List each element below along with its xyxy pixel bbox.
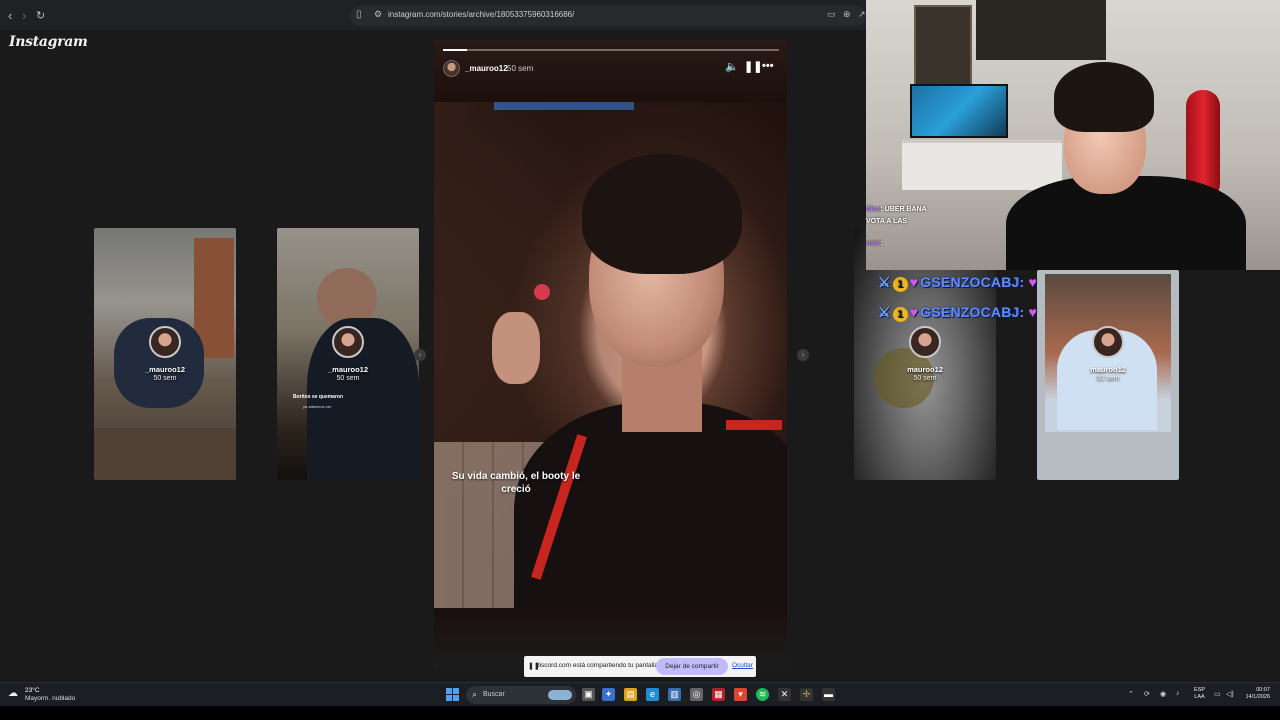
widgets-icon[interactable]: ✦	[602, 688, 615, 701]
previous-story-icon[interactable]: ‹	[414, 349, 426, 361]
stop-sharing-button[interactable]: Dejar de compartir	[656, 658, 728, 675]
search-label: Buscar	[483, 691, 505, 698]
story-time: 50 sem	[153, 375, 177, 382]
heart-icon: ♥	[909, 274, 919, 290]
site-info-icon[interactable]: ⚙	[374, 9, 382, 20]
steam-icon[interactable]: ◉	[1160, 690, 1166, 698]
chat-message: ólos: UBER BANA	[866, 206, 927, 213]
story-username[interactable]: _mauroo12	[465, 64, 508, 73]
weather-condition[interactable]: Mayorm. nublado	[25, 695, 75, 702]
language-indicator[interactable]: ESP LAA	[1194, 687, 1205, 701]
address-bar[interactable]: ▯ ⚙ instagram.com/stories/archive/180533…	[350, 6, 866, 26]
reload-icon[interactable]: ↻	[36, 9, 45, 22]
game-icon[interactable]: ✢	[800, 688, 813, 701]
badge-icon: 1	[892, 307, 908, 322]
chat-message: VOTA A LAS	[866, 218, 908, 225]
task-view-icon[interactable]: ▣	[582, 688, 595, 701]
story-time: 50 sem	[1096, 375, 1120, 382]
story-time: 50 sem	[507, 64, 534, 73]
cast-icon[interactable]: ▭	[827, 9, 836, 20]
forward-icon[interactable]: ›	[22, 8, 26, 23]
avatar	[332, 326, 364, 358]
screen: ‹ › ↻ ▯ ⚙ instagram.com/stories/archive/…	[0, 0, 1280, 720]
story-card[interactable]: mauroo12 50 sem	[1037, 270, 1179, 480]
url-text[interactable]: instagram.com/stories/archive/1805337596…	[388, 10, 574, 19]
sword-icon: ⚔	[878, 274, 891, 290]
network-icon[interactable]: ▭	[1214, 690, 1221, 698]
webcam-overlay: ólos: UBER BANA VOTA A LAS oser:	[866, 0, 1280, 270]
more-options-icon[interactable]: •••	[762, 60, 774, 72]
spotify-icon[interactable]: ≋	[756, 688, 769, 701]
capcut-icon[interactable]: ✕	[778, 688, 791, 701]
pause-icon[interactable]: ❚❚	[744, 60, 762, 73]
story-username: mauroo12	[1090, 365, 1126, 374]
taskbar: ☁ 23°C Mayorm. nublado ⌕ Buscar ▣ ✦ ▤ e …	[0, 682, 1280, 706]
story-username: _mauroo12	[144, 365, 186, 374]
heart-icon: ♥	[909, 304, 919, 320]
zoom-icon[interactable]: ⊕	[843, 9, 851, 20]
story-card[interactable]: _mauroo12 50 sem	[94, 228, 236, 480]
clock[interactable]: 00:07 14/1/2026	[1240, 687, 1270, 701]
avatar	[1092, 326, 1124, 358]
brave-icon[interactable]: ▾	[734, 688, 747, 701]
edge-icon[interactable]: e	[646, 688, 659, 701]
back-icon[interactable]: ‹	[8, 8, 12, 23]
obs-icon[interactable]: ◎	[690, 688, 703, 701]
volume-icon[interactable]: ◁)	[1226, 690, 1234, 698]
file-explorer-icon[interactable]: ▤	[624, 688, 637, 701]
windows-start-icon[interactable]	[446, 688, 459, 701]
avatar[interactable]	[443, 60, 460, 77]
instagram-page: Instagram _mauroo12 50 sem _mauroo12 50 …	[0, 30, 1179, 682]
hide-link[interactable]: Ocultar	[732, 662, 753, 669]
mute-icon[interactable]: 🔈	[725, 60, 739, 73]
sword-icon: ⚔	[878, 304, 891, 320]
story-card[interactable]: _mauroo12 50 sem Boritos se quemaron ya …	[277, 228, 419, 480]
notepad-icon[interactable]: ▥	[668, 688, 681, 701]
badge-icon: 1	[892, 277, 908, 292]
mic-icon[interactable]: ♪	[1176, 690, 1180, 697]
cloud-icon[interactable]: ☁	[8, 688, 18, 699]
story-username: mauroo12	[907, 365, 943, 374]
story-subcaption: ya sabemos ver	[303, 404, 332, 409]
story-progress-fill	[443, 49, 467, 51]
story-photo: Su vida cambió, el booty le creció	[434, 102, 787, 608]
chat-message: oser:	[866, 240, 884, 247]
avatar	[149, 326, 181, 358]
share-icon[interactable]: ↗	[858, 9, 866, 20]
story-progress-bar	[443, 49, 779, 51]
app-icon[interactable]: ▬	[822, 688, 835, 701]
stream-alert: ⚔ 1 ♥ GSENZOCABJ: ♥	[878, 304, 1037, 322]
news-icon[interactable]: ▦	[712, 688, 725, 701]
sync-icon[interactable]: ⟳	[1144, 690, 1150, 698]
avatar	[909, 326, 941, 358]
chevron-up-icon[interactable]: ⌃	[1128, 690, 1134, 698]
story-time: 50 sem	[913, 375, 937, 382]
instagram-logo[interactable]: Instagram	[9, 34, 88, 50]
story-overlay-text: Su vida cambió, el booty le creció	[451, 471, 581, 495]
stream-alert: ⚔ 1 ♥ GSENZOCABJ: ♥	[878, 274, 1037, 292]
story-time: 50 sem	[336, 375, 360, 382]
screen-share-bar: ❚❚ discord.com está compartiendo tu pant…	[524, 656, 756, 677]
story-caption: Boritos se quemaron	[293, 394, 344, 400]
browser-toolbar: ‹ › ↻ ▯ ⚙ instagram.com/stories/archive/…	[0, 0, 866, 30]
search-box[interactable]: ⌕ Buscar	[466, 686, 576, 704]
story-username: _mauroo12	[327, 365, 369, 374]
weather-temp[interactable]: 23°C	[25, 687, 40, 694]
search-icon: ⌕	[472, 689, 478, 699]
next-story-icon[interactable]: ›	[797, 349, 809, 361]
main-story[interactable]: _mauroo12 50 sem 🔈 ❚❚ ••• Su vida cambió…	[434, 40, 787, 670]
share-message: discord.com está compartiendo tu pantall…	[536, 662, 660, 669]
bookmark-icon[interactable]: ▯	[356, 9, 362, 20]
